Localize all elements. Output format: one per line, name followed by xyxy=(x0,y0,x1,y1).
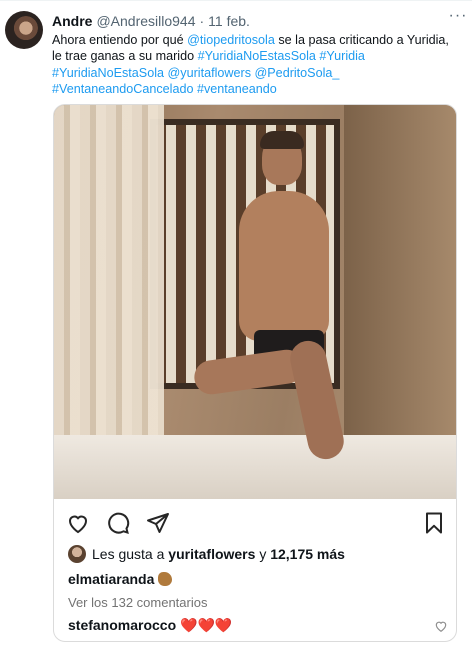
author-name[interactable]: Andre xyxy=(52,13,92,29)
avatar xyxy=(68,545,86,563)
photo-person-leg xyxy=(192,347,306,397)
more-options-icon[interactable]: ··· xyxy=(448,8,468,30)
hashtag-link[interactable]: #Yuridia xyxy=(319,49,365,63)
bookmark-icon[interactable] xyxy=(422,511,446,535)
photo-person-torso xyxy=(239,191,329,341)
instagram-action-bar xyxy=(54,507,456,537)
comment-2: stefanomarocco ❤️❤️❤️ xyxy=(68,617,232,634)
comment-1: elmatiaranda xyxy=(68,571,173,587)
post-photo xyxy=(54,105,456,499)
photo-person-leg xyxy=(286,337,348,463)
avatar[interactable] xyxy=(5,11,43,49)
comment-icon[interactable] xyxy=(106,511,130,535)
tweet-text: Ahora entiendo por qué @tiopedritosola s… xyxy=(52,32,462,98)
tweet-header: Andre @Andresillo944 · 11 feb. xyxy=(52,12,460,30)
share-icon[interactable] xyxy=(146,511,170,535)
likes-user[interactable]: yuritaflowers xyxy=(168,546,255,562)
comment-2-text: ❤️❤️❤️ xyxy=(180,617,233,633)
mention-link[interactable]: @tiopedritosola xyxy=(187,33,275,47)
squirrel-emoji-icon xyxy=(158,572,173,586)
likes-count[interactable]: 12,175 más xyxy=(270,546,345,562)
likes-prefix: Les gusta a xyxy=(92,546,165,562)
separator-dot: · xyxy=(199,13,205,29)
instagram-post-image[interactable]: Les gusta a yuritaflowers y 12,175 más e… xyxy=(53,104,457,642)
likes-summary[interactable]: Les gusta a yuritaflowers y 12,175 más xyxy=(68,545,345,563)
hashtag-link[interactable]: #ventaneando xyxy=(197,82,277,96)
text-segment: Ahora entiendo por qué xyxy=(52,33,188,47)
author-handle[interactable]: @Andresillo944 xyxy=(96,13,195,29)
mention-link[interactable]: @PedritoSola_ xyxy=(255,66,340,80)
mention-link[interactable]: @yuritaflowers xyxy=(168,66,251,80)
tweet-date[interactable]: 11 feb. xyxy=(208,13,250,29)
tweet[interactable]: Andre @Andresillo944 · 11 feb. ··· Ahora… xyxy=(0,0,472,652)
heart-icon[interactable] xyxy=(66,511,90,535)
likes-connector: y xyxy=(259,546,267,562)
comment-1-user[interactable]: elmatiaranda xyxy=(68,571,154,587)
view-comments-link[interactable]: Ver los 132 comentarios xyxy=(68,595,207,610)
comment-like-heart-icon[interactable] xyxy=(434,619,448,633)
photo-person xyxy=(192,131,364,463)
hashtag-link[interactable]: #YuridiaNoEstaSola xyxy=(52,66,164,80)
comment-2-user[interactable]: stefanomarocco xyxy=(68,617,176,633)
hashtag-link[interactable]: #VentaneandoCancelado xyxy=(52,82,193,96)
hashtag-link[interactable]: #YuridiaNoEstasSola xyxy=(198,49,316,63)
photo-person-hair xyxy=(260,131,304,149)
